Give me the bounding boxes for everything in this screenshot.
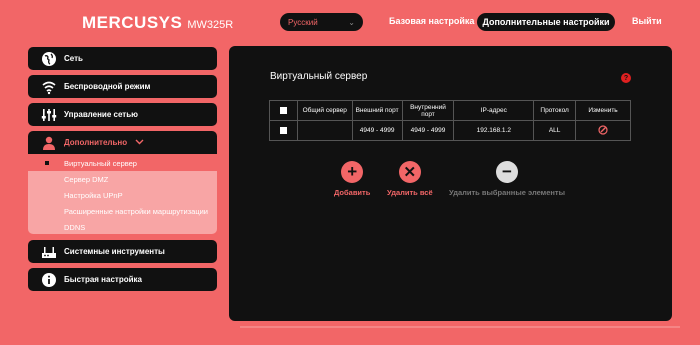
sidebar-item-advanced[interactable]: Дополнительно <box>28 131 217 154</box>
cell-common-server <box>296 120 353 141</box>
col-external-port: Внешний порт <box>351 100 403 121</box>
sidebar-item-label: Быстрая настройка <box>64 275 142 284</box>
col-edit: Изменить <box>575 100 631 121</box>
model-name: MW325R <box>187 19 234 31</box>
cell-external-port: 4949 - 4999 <box>351 120 403 141</box>
delete-all-label: Удалить всё <box>387 188 433 197</box>
help-icon[interactable]: ? <box>621 73 631 83</box>
sidebar-item-label: Системные инструменты <box>64 247 165 256</box>
brand-logo: MERCUSYS MW325R <box>82 13 233 33</box>
sidebar-item-label: Управление сетью <box>64 110 138 119</box>
router-icon <box>40 243 58 261</box>
nav-basic-settings[interactable]: Базовая настройка <box>389 16 474 26</box>
sidebar-item-network[interactable]: Сеть <box>28 47 217 70</box>
submenu-label: Расширенные настройки маршрутизации <box>64 206 208 216</box>
sidebar-item-label: Сеть <box>64 54 83 63</box>
brand-name: MERCUSYS <box>82 13 183 32</box>
logout-link[interactable]: Выйти <box>632 16 662 26</box>
submenu-ddns[interactable]: DDNS <box>28 219 217 234</box>
submenu-label: Сервер DMZ <box>64 174 109 184</box>
sidebar-item-label: Беспроводной режим <box>64 82 151 91</box>
info-icon <box>40 271 58 289</box>
close-icon: ✕ <box>398 161 421 183</box>
chevron-down-icon: ⌄ <box>348 17 355 27</box>
col-ip-address: IP-адрес <box>453 100 535 121</box>
table-header-row: Общий сервер Внешний порт Внутренний пор… <box>269 100 631 121</box>
sidebar-item-quick-setup[interactable]: Быстрая настройка <box>28 268 217 291</box>
sidebar-item-wireless[interactable]: Беспроводной режим <box>28 75 217 98</box>
row-select-cell <box>269 120 298 141</box>
active-bullet <box>45 161 49 165</box>
col-internal-port: Внутренний порт <box>401 100 455 121</box>
cell-internal-port: 4949 - 4999 <box>401 120 455 141</box>
language-value: Русский <box>288 17 318 27</box>
virtual-server-panel: Виртуальный сервер ? Общий сервер Внешни… <box>229 46 672 321</box>
submenu-upnp[interactable]: Настройка UPnP <box>28 187 217 203</box>
col-protocol: Протокол <box>533 100 577 121</box>
delete-all-button[interactable]: ✕ Удалить всё <box>387 161 433 197</box>
chevron-down-icon <box>135 138 144 147</box>
table-row: 4949 - 4999 4949 - 4999 192.168.1.2 ALL <box>269 120 631 141</box>
remove-selected-label: Удалить выбранные элементы <box>449 188 566 197</box>
cell-ip-address: 192.168.1.2 <box>453 120 535 141</box>
submenu-label: Виртуальный сервер <box>64 158 137 168</box>
wifi-icon <box>40 78 58 96</box>
select-all-checkbox[interactable] <box>279 106 287 114</box>
minus-icon: − <box>496 161 518 183</box>
sidebar-item-system-tools[interactable]: Системные инструменты <box>28 240 217 263</box>
add-button[interactable]: + Добавить <box>334 161 370 197</box>
virtual-server-table: Общий сервер Внешний порт Внутренний пор… <box>269 100 631 141</box>
remove-selected-button[interactable]: − Удалить выбранные элементы <box>449 161 565 197</box>
cell-protocol: ALL <box>533 120 577 141</box>
page-title: Виртуальный сервер <box>270 71 368 82</box>
sidebar-item-label: Дополнительно <box>64 138 128 147</box>
language-select[interactable]: Русский ⌄ <box>280 13 363 31</box>
row-checkbox[interactable] <box>279 126 287 134</box>
plus-icon: + <box>341 161 364 183</box>
advanced-submenu: Виртуальный сервер Сервер DMZ Настройка … <box>28 155 217 234</box>
submenu-label: DDNS <box>64 222 86 232</box>
submenu-virtual-server[interactable]: Виртуальный сервер <box>28 155 217 171</box>
edit-icon[interactable] <box>598 124 608 137</box>
cell-edit <box>575 120 631 141</box>
footer-divider <box>240 326 680 328</box>
sidebar-item-network-control[interactable]: Управление сетью <box>28 103 217 126</box>
col-common-server: Общий сервер <box>296 100 353 121</box>
submenu-dmz[interactable]: Сервер DMZ <box>28 171 217 187</box>
globe-icon <box>40 50 58 68</box>
select-all-cell <box>269 100 298 121</box>
submenu-label: Настройка UPnP <box>64 190 123 200</box>
submenu-routing[interactable]: Расширенные настройки маршрутизации <box>28 203 217 219</box>
sliders-icon <box>40 106 58 124</box>
nav-advanced-settings[interactable]: Дополнительные настройки <box>477 13 615 31</box>
add-label: Добавить <box>334 188 371 197</box>
user-icon <box>40 134 58 152</box>
